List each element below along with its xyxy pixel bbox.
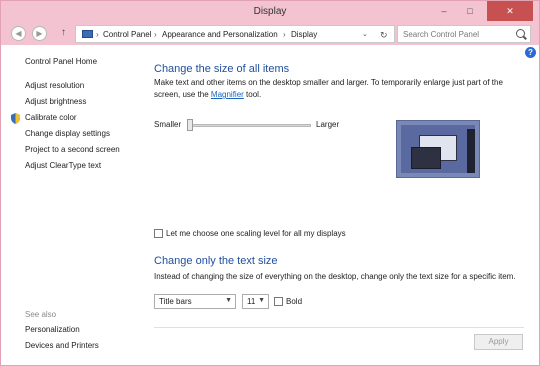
arrow-left-icon: ◀	[15, 29, 22, 38]
back-button[interactable]: ◀	[11, 26, 26, 41]
size-preview-image	[396, 120, 480, 178]
see-also-heading: See also	[25, 310, 57, 319]
sidebar-item-change-display-settings[interactable]: Change display settings	[25, 129, 110, 138]
sidebar-item-adjust-cleartype[interactable]: Adjust ClearType text	[25, 161, 101, 170]
size-description-tail: tool.	[243, 90, 262, 99]
preview-taskbar	[467, 129, 475, 173]
chevron-down-icon[interactable]: ⌄	[362, 30, 368, 38]
arrow-right-icon: ▶	[36, 29, 43, 38]
search-input[interactable]: Search Control Panel	[397, 25, 531, 43]
sidebar-item-adjust-resolution[interactable]: Adjust resolution	[25, 81, 84, 90]
slider-smaller-label: Smaller	[154, 120, 182, 129]
title-bar: Display – □ ✕	[1, 1, 539, 23]
scaling-checkbox-label[interactable]: Let me choose one scaling level for all …	[166, 229, 346, 238]
up-button[interactable]: ↑	[61, 27, 66, 38]
size-slider[interactable]	[187, 124, 311, 127]
help-icon[interactable]: ?	[525, 47, 536, 58]
refresh-icon[interactable]: ↻	[380, 30, 388, 41]
text-item-value: Title bars	[159, 297, 192, 306]
breadcrumb-control-panel[interactable]: Control Panel	[103, 30, 151, 39]
breadcrumb-appearance[interactable]: Appearance and Personalization	[162, 30, 278, 39]
shield-icon	[11, 113, 20, 124]
sidebar-item-calibrate-color[interactable]: Calibrate color	[25, 113, 77, 122]
maximize-button[interactable]: □	[457, 1, 483, 21]
breadcrumb[interactable]: › Control Panel › Appearance and Persona…	[75, 25, 395, 43]
address-bar: ◀ ▶ ↑ › Control Panel › Appearance and P…	[1, 23, 539, 45]
chevron-down-icon: ▼	[258, 297, 265, 304]
magnifier-link[interactable]: Magnifier	[211, 90, 244, 99]
preview-desktop	[401, 125, 475, 173]
bold-checkbox-label[interactable]: Bold	[286, 297, 302, 306]
divider	[154, 327, 524, 328]
text-item-select[interactable]: Title bars ▼	[154, 294, 236, 309]
text-size-value: 11	[247, 297, 256, 306]
sidebar-item-adjust-brightness[interactable]: Adjust brightness	[25, 97, 86, 106]
breadcrumb-separator: ›	[96, 30, 99, 39]
size-heading: Change the size of all items	[154, 63, 290, 75]
forward-button[interactable]: ▶	[32, 26, 47, 41]
text-size-description: Instead of changing the size of everythi…	[154, 272, 516, 281]
size-description-text: Make text and other items on the desktop…	[154, 78, 503, 99]
apply-button[interactable]: Apply	[474, 334, 523, 350]
sidebar-home-link[interactable]: Control Panel Home	[25, 57, 97, 66]
see-also-personalization[interactable]: Personalization	[25, 325, 80, 334]
size-slider-thumb[interactable]	[187, 119, 193, 131]
search-icon[interactable]	[516, 29, 525, 38]
search-placeholder: Search Control Panel	[403, 30, 480, 39]
close-button[interactable]: ✕	[487, 1, 533, 21]
size-description: Make text and other items on the desktop…	[154, 77, 524, 101]
see-also-devices-printers[interactable]: Devices and Printers	[25, 341, 99, 350]
minimize-button[interactable]: –	[431, 1, 457, 21]
sidebar-item-project-second-screen[interactable]: Project to a second screen	[25, 145, 120, 154]
breadcrumb-separator: ›	[283, 30, 286, 39]
breadcrumb-display[interactable]: Display	[291, 30, 317, 39]
bold-checkbox[interactable]	[274, 297, 283, 306]
slider-larger-label: Larger	[316, 120, 340, 129]
scaling-checkbox[interactable]	[154, 229, 163, 238]
text-size-select[interactable]: 11 ▼	[242, 294, 269, 309]
chevron-down-icon: ▼	[225, 297, 232, 304]
breadcrumb-separator: ›	[154, 30, 157, 39]
text-size-heading: Change only the text size	[154, 255, 278, 267]
display-window: Display – □ ✕ ◀ ▶ ↑ › Control Panel › Ap…	[0, 0, 540, 366]
control-panel-icon	[82, 30, 93, 38]
preview-dialog	[411, 147, 441, 169]
